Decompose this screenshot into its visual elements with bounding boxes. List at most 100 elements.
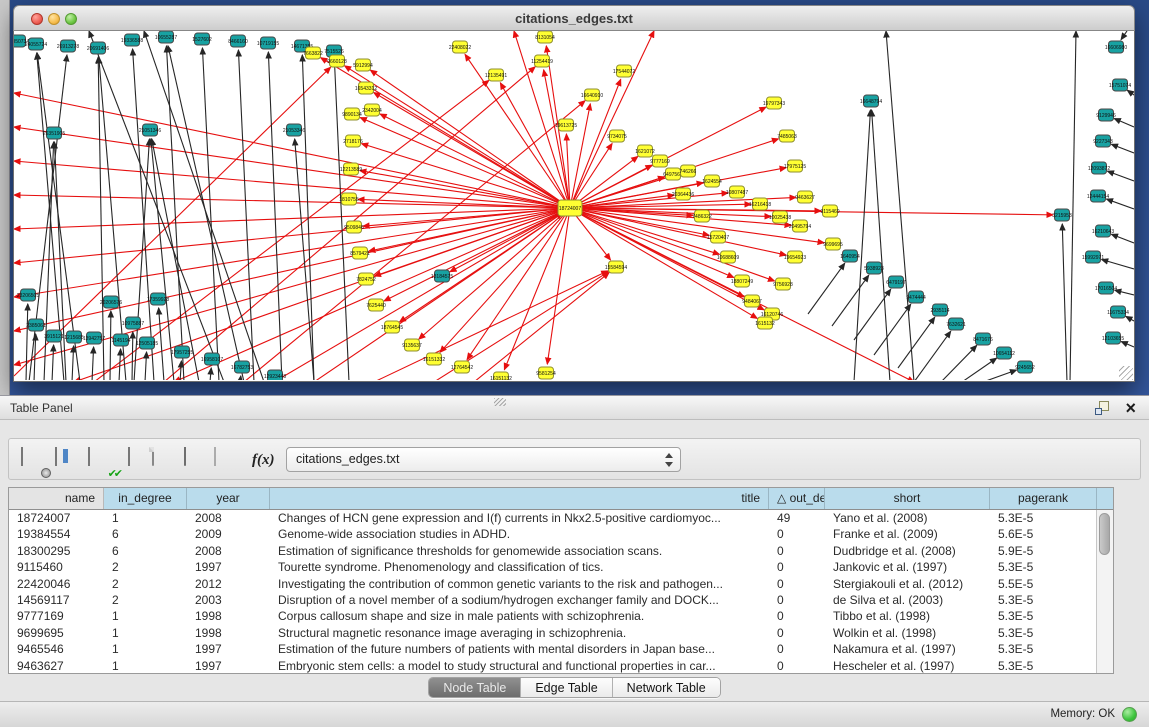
graph-node[interactable]: 16640910 — [581, 89, 603, 101]
select-rows-icon[interactable]: ✔✔ — [88, 448, 114, 474]
graph-node[interactable]: 17016504 — [1095, 282, 1117, 294]
graph-node[interactable]: 16958107 — [201, 353, 223, 365]
graph-node[interactable]: 7485063 — [777, 130, 797, 142]
graph-node[interactable]: 5912994 — [353, 59, 373, 71]
graph-node[interactable]: 15584594 — [605, 261, 627, 273]
graph-node[interactable]: 15720407 — [707, 231, 729, 243]
graph-node[interactable]: 10807487 — [726, 186, 748, 198]
graph-node[interactable]: 1145194 — [111, 334, 130, 346]
table-row[interactable]: 946362711997Embryonic stem cells: a mode… — [9, 658, 1113, 674]
graph-node[interactable]: 16210643 — [1092, 225, 1114, 237]
graph-node[interactable]: 1615132 — [755, 317, 775, 329]
graph-node[interactable]: 2718176 — [343, 135, 363, 147]
graph-node[interactable]: 12135491 — [485, 69, 507, 81]
graph-node[interactable]: 5938923 — [864, 262, 884, 274]
function-builder-icon[interactable]: f(x) — [252, 448, 282, 474]
graph-node[interactable]: 8579421 — [350, 247, 370, 259]
graph-node[interactable]: 9129946 — [1096, 109, 1116, 121]
graph-node[interactable]: 10719155 — [257, 37, 279, 49]
graph-node[interactable]: 9474444 — [906, 291, 926, 303]
graph-node[interactable]: 6479197 — [886, 276, 906, 288]
graph-node[interactable]: 9756928 — [773, 278, 793, 290]
graph-node[interactable]: 10654112 — [993, 347, 1015, 359]
table-row[interactable]: 969969511998Structural magnetic resonanc… — [9, 625, 1113, 641]
graph-node[interactable]: 23206505 — [17, 289, 39, 301]
column-header-5[interactable]: short — [825, 488, 990, 509]
column-header-1[interactable]: in_degree — [104, 488, 187, 509]
table-row[interactable]: 1830029562008Estimation of significance … — [9, 543, 1113, 559]
column-header-3[interactable]: title — [270, 488, 769, 509]
graph-node[interactable]: 7824752 — [356, 273, 376, 285]
create-column-icon[interactable] — [150, 448, 176, 474]
graph-node[interactable]: 1215685 — [64, 331, 84, 343]
graph-node[interactable]: 1621072 — [635, 145, 655, 157]
graph-node[interactable]: 16648794 — [860, 95, 882, 107]
graph-node[interactable]: 24055724 — [25, 38, 47, 50]
tab-node-table[interactable]: Node Table — [429, 678, 521, 697]
graph-node[interactable]: 16151332 — [423, 353, 445, 365]
graph-node[interactable]: 10655287 — [155, 31, 177, 43]
graph-node[interactable]: 16782753 — [231, 361, 253, 373]
graph-node[interactable]: 9115460 — [820, 205, 839, 217]
graph-node[interactable]: 16606980 — [1105, 41, 1127, 53]
show-columns-icon[interactable] — [55, 448, 81, 474]
graph-node[interactable]: 7486322 — [692, 210, 712, 222]
graph-node[interactable]: 9777169 — [650, 155, 670, 167]
graph-node[interactable]: 3215953 — [1052, 209, 1072, 221]
graph-node[interactable]: 21051346 — [139, 124, 161, 136]
vertical-scrollbar[interactable] — [1096, 510, 1113, 673]
graph-node[interactable]: 9660128 — [327, 55, 347, 67]
graph-node[interactable]: 20364436 — [672, 188, 694, 200]
table-row[interactable]: 1938455462009Genome-wide association stu… — [9, 526, 1113, 542]
graph-node[interactable]: 9245652 — [1015, 361, 1035, 373]
graph-node[interactable]: 1527602 — [192, 33, 212, 45]
graph-node[interactable]: 12764542 — [451, 361, 473, 373]
graph-node[interactable]: 12444154 — [1087, 190, 1109, 202]
graph-node[interactable]: 9699695 — [823, 238, 843, 250]
graph-node[interactable]: 19336588 — [121, 34, 143, 46]
network-canvas[interactable]: 2185073424055724269132782069140619336588… — [13, 31, 1135, 382]
graph-node[interactable]: 9509846 — [344, 221, 364, 233]
column-header-2[interactable]: year — [187, 488, 270, 509]
network-window-titlebar[interactable]: citations_edges.txt — [13, 5, 1135, 31]
graph-node[interactable]: 8466160 — [228, 35, 248, 47]
delete-column-icon[interactable] — [184, 448, 210, 474]
graph-node[interactable]: 9581254 — [536, 367, 556, 379]
column-header-0[interactable]: name — [9, 488, 104, 509]
graph-node[interactable]: 12103655 — [1102, 332, 1124, 344]
graph-node[interactable]: 15751074 — [1109, 79, 1131, 91]
graph-node[interactable]: 20691406 — [87, 42, 109, 54]
graph-node[interactable]: 7632621 — [946, 318, 966, 330]
tab-network-table[interactable]: Network Table — [613, 678, 720, 697]
graph-node[interactable]: 12923448 — [264, 370, 286, 380]
graph-node[interactable]: 19613725 — [555, 119, 577, 131]
graph-node[interactable]: 19654923 — [784, 251, 806, 263]
graph-node[interactable]: 10025438 — [769, 211, 791, 223]
table-row[interactable]: 1872400712008Changes of HCN gene express… — [9, 510, 1113, 526]
graph-node[interactable]: 12505185 — [136, 337, 158, 349]
graph-node[interactable]: 18807249 — [731, 275, 753, 287]
graph-node[interactable]: 9227343 — [1093, 135, 1113, 147]
row-height-icon[interactable] — [122, 448, 148, 474]
graph-node[interactable]: 9135637 — [402, 339, 422, 351]
graph-node[interactable]: 9463627 — [795, 191, 815, 203]
table-row[interactable]: 2242004622012Investigating the contribut… — [9, 576, 1113, 592]
table-row[interactable]: 911546021997Tourette syndrome. Phenomeno… — [9, 559, 1113, 575]
graph-node[interactable]: 15992971 — [1082, 251, 1104, 263]
graph-node[interactable]: 3915121 — [44, 330, 64, 342]
column-header-6[interactable]: pagerank — [990, 488, 1097, 509]
graph-node[interactable]: 10688609 — [717, 251, 739, 263]
graph-node[interactable]: 26913278 — [57, 40, 79, 52]
table-row[interactable]: 977716911998Corpus callosum shape and si… — [9, 608, 1113, 624]
table-selector-dropdown[interactable]: citations_edges.txt — [286, 447, 681, 472]
graph-node[interactable]: 7625440 — [366, 299, 386, 311]
column-header-4[interactable]: △ out_de... — [769, 488, 825, 509]
graph-node[interactable]: 22408022 — [449, 41, 471, 53]
graph-node[interactable]: 16151132 — [490, 372, 512, 380]
graph-node[interactable]: 20495794 — [789, 220, 811, 232]
float-window-icon[interactable] — [1095, 401, 1109, 415]
graph-node[interactable]: 2935114 — [930, 304, 949, 316]
graph-node[interactable]: 11254419 — [531, 55, 553, 67]
graph-node[interactable]: 2385061 — [26, 319, 46, 331]
table-row[interactable]: 1456911722003Disruption of a novel membe… — [9, 592, 1113, 608]
